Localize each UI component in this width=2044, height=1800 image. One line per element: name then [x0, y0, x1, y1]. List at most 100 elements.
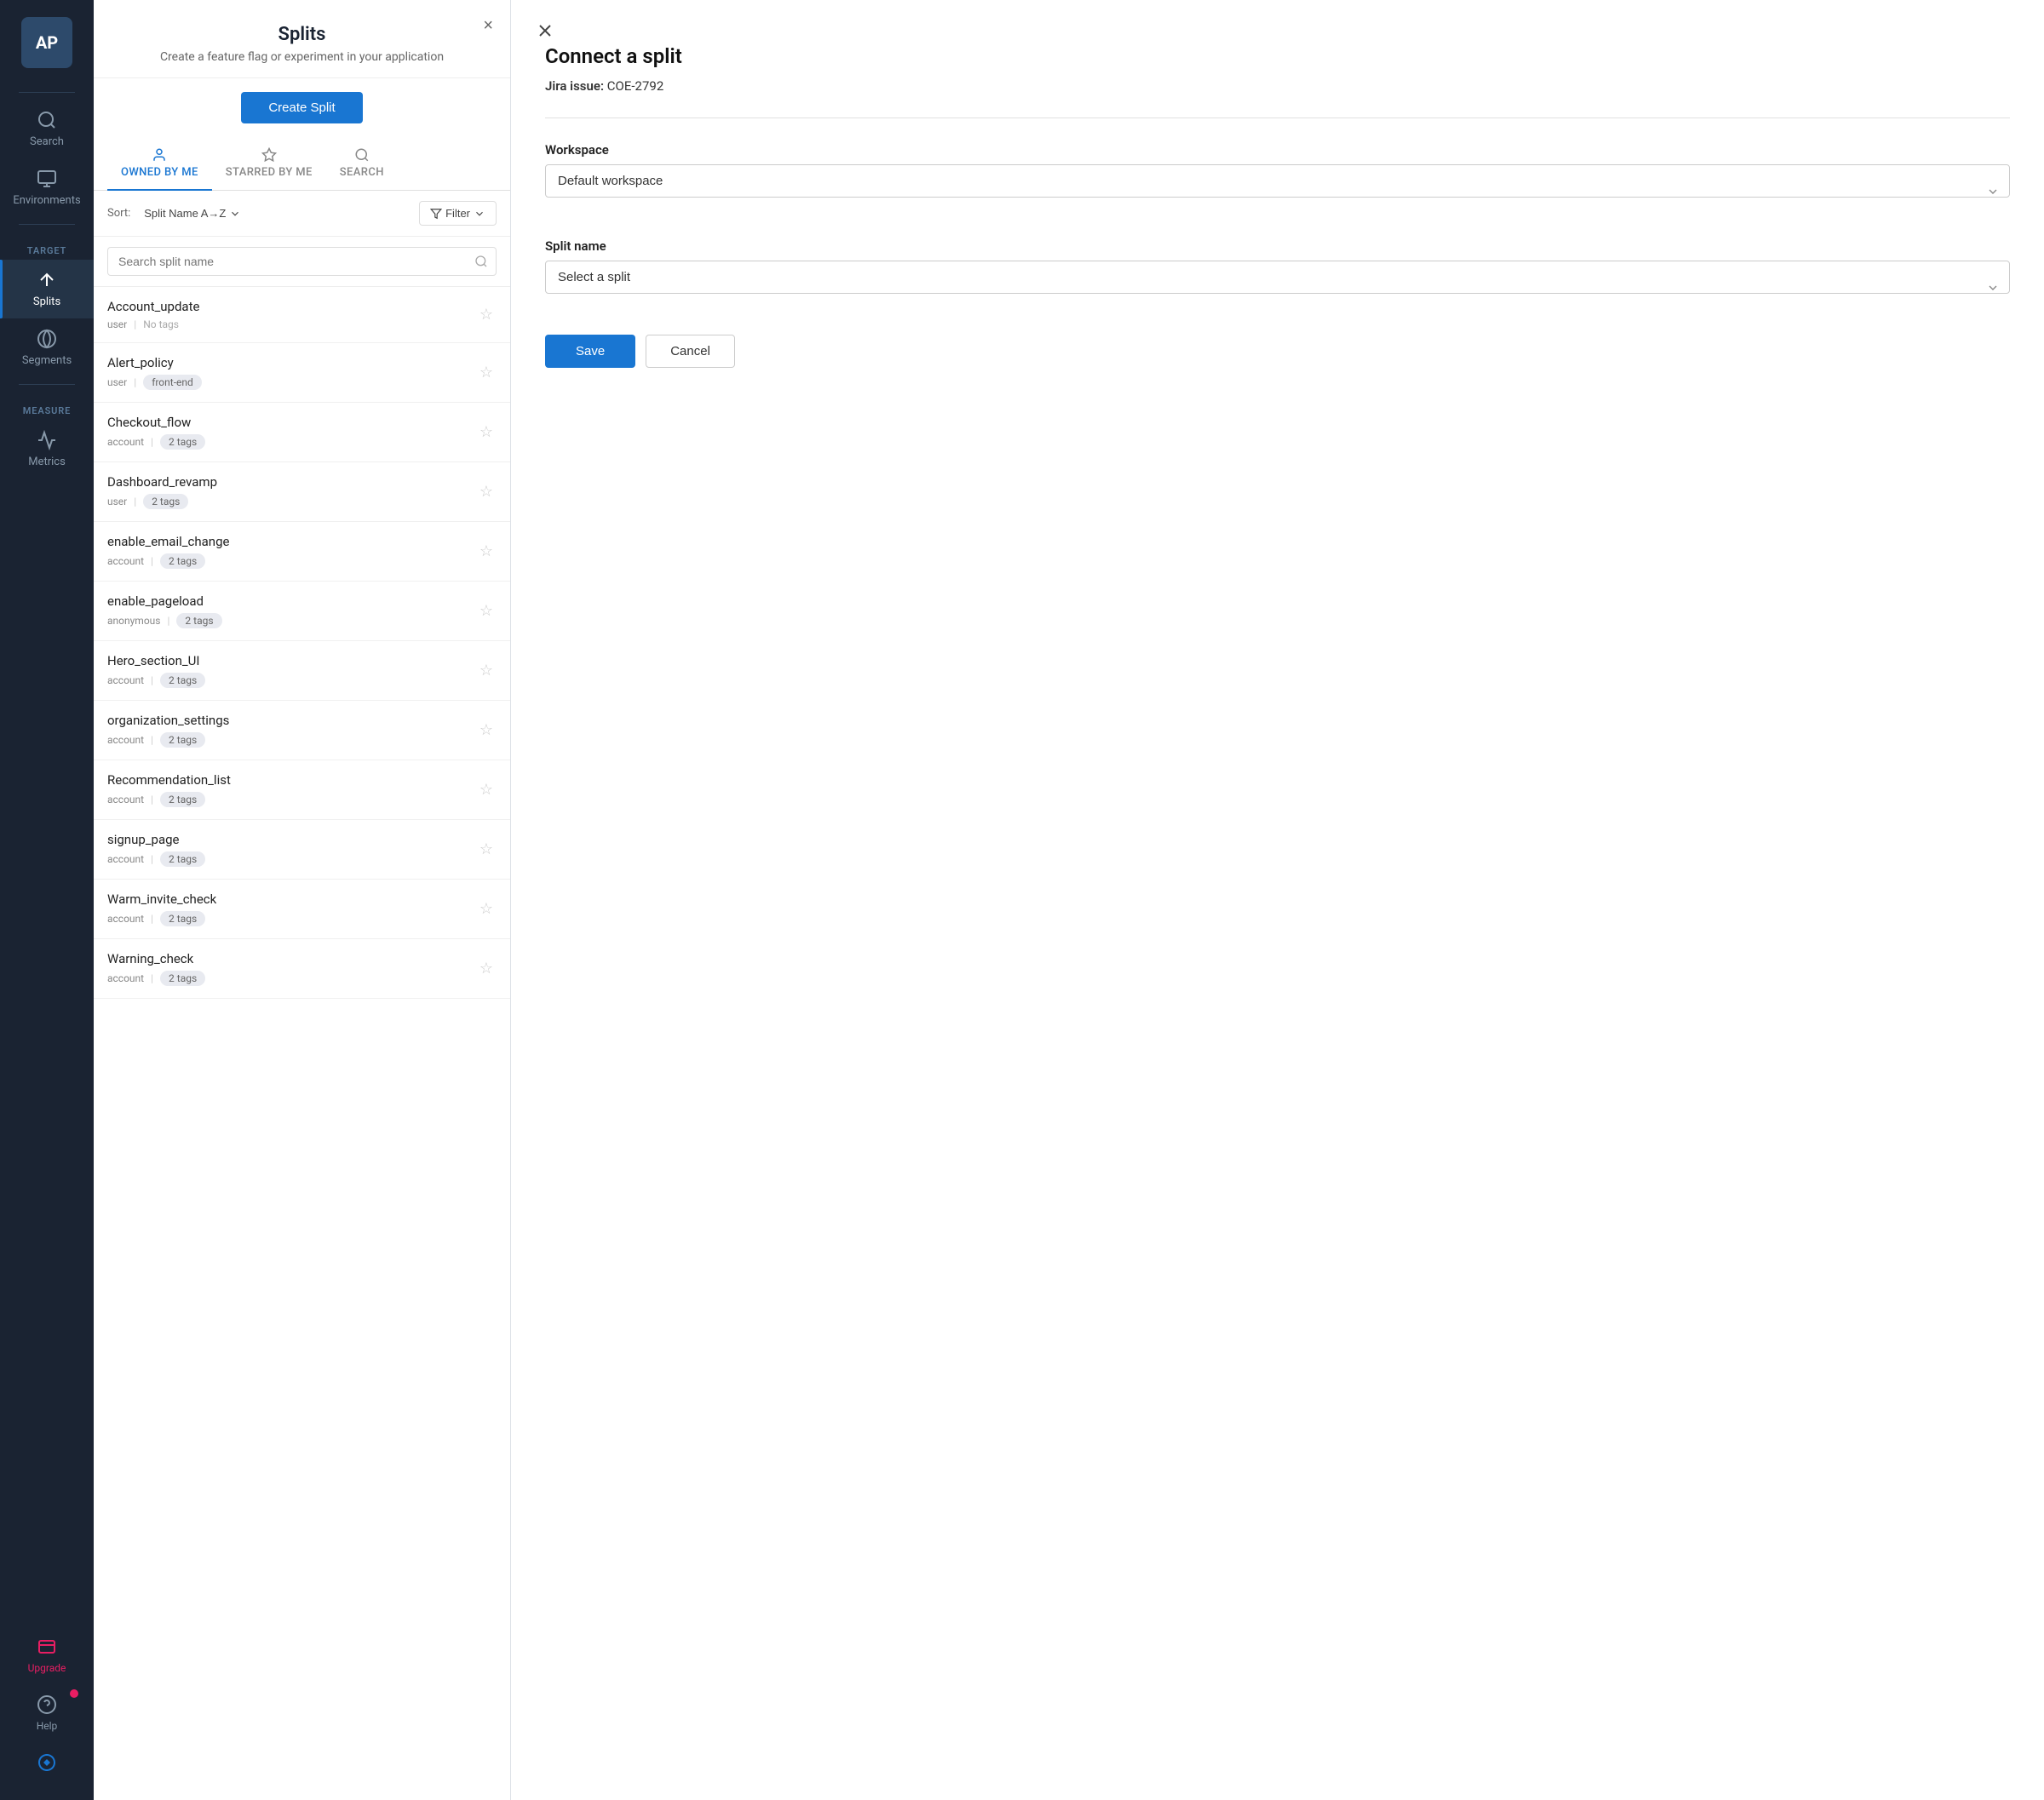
- sidebar-divider: [19, 224, 75, 225]
- star-button[interactable]: ☆: [476, 897, 497, 921]
- tab-starred-by-me[interactable]: STARRED BY ME: [212, 137, 326, 191]
- splits-icon: [37, 270, 57, 290]
- filter-label: Filter: [445, 207, 470, 220]
- search-icon: [37, 110, 57, 130]
- jira-label: Jira issue:: [545, 78, 604, 94]
- split-meta: account | 2 tags: [107, 851, 476, 867]
- tag-badge: 2 tags: [160, 434, 205, 450]
- splits-panel: × Splits Create a feature flag or experi…: [94, 0, 511, 1800]
- star-button[interactable]: ☆: [476, 302, 497, 327]
- list-item[interactable]: Dashboard_revamp user | 2 tags ☆: [94, 462, 510, 522]
- list-item[interactable]: signup_page account | 2 tags ☆: [94, 820, 510, 880]
- meta-separator: |: [151, 853, 153, 865]
- sidebar-divider: [19, 92, 75, 93]
- split-meta: user | 2 tags: [107, 494, 476, 509]
- main-content: × Splits Create a feature flag or experi…: [94, 0, 2044, 1800]
- tag-badge: 2 tags: [160, 911, 205, 926]
- help-icon: [37, 1694, 57, 1715]
- split-meta: user | No tags: [107, 318, 476, 330]
- list-item[interactable]: Warning_check account | 2 tags ☆: [94, 939, 510, 999]
- split-name: organization_settings: [107, 713, 476, 728]
- list-item[interactable]: Recommendation_list account | 2 tags ☆: [94, 760, 510, 820]
- sidebar-item-segments[interactable]: Segments: [0, 318, 94, 377]
- environments-icon: [37, 169, 57, 189]
- star-button[interactable]: ☆: [476, 539, 497, 564]
- tag-badge: 2 tags: [160, 732, 205, 748]
- star-button[interactable]: ☆: [476, 718, 497, 742]
- search-input-icon: [474, 255, 488, 268]
- split-type: account: [107, 436, 144, 448]
- star-button[interactable]: ☆: [476, 777, 497, 802]
- sidebar-item-environments[interactable]: Environments: [0, 158, 94, 217]
- tab-label: OWNED BY ME: [121, 166, 198, 179]
- sidebar-item-help[interactable]: Help: [0, 1684, 94, 1742]
- split-name-select[interactable]: Select a split: [545, 261, 2010, 294]
- list-item[interactable]: enable_email_change account | 2 tags ☆: [94, 522, 510, 582]
- tab-owned-by-me[interactable]: OWNED BY ME: [107, 137, 212, 191]
- person-icon: [152, 147, 167, 163]
- tag-badge: 2 tags: [160, 851, 205, 867]
- sidebar-item-upgrade[interactable]: Upgrade: [0, 1626, 94, 1684]
- split-type: account: [107, 972, 144, 984]
- star-button[interactable]: ☆: [476, 956, 497, 981]
- panel-close-button[interactable]: ×: [479, 14, 497, 37]
- save-button[interactable]: Save: [545, 335, 635, 368]
- filter-button[interactable]: Filter: [419, 201, 497, 226]
- list-item[interactable]: Warm_invite_check account | 2 tags ☆: [94, 880, 510, 939]
- sidebar-item-search[interactable]: Search: [0, 100, 94, 158]
- star-button[interactable]: ☆: [476, 360, 497, 385]
- split-type: user: [107, 496, 127, 507]
- star-button[interactable]: ☆: [476, 479, 497, 504]
- split-meta: account | 2 tags: [107, 732, 476, 748]
- splits-list: Account_update user | No tags ☆ Alert_po…: [94, 287, 510, 1800]
- list-item[interactable]: Alert_policy user | front-end ☆: [94, 343, 510, 403]
- split-name: Warm_invite_check: [107, 891, 476, 907]
- star-button[interactable]: ☆: [476, 658, 497, 683]
- filter-icon: [430, 208, 442, 220]
- connect-jira-info: Jira issue: COE-2792: [545, 78, 2010, 94]
- tag-badge: 2 tags: [143, 494, 188, 509]
- jira-value: COE-2792: [607, 78, 663, 94]
- meta-separator: |: [151, 555, 153, 567]
- sidebar-item-splitio-logo[interactable]: [0, 1742, 94, 1783]
- sidebar: AP Search Environments TARGET Splits Seg…: [0, 0, 94, 1800]
- split-name: Alert_policy: [107, 355, 476, 370]
- sidebar-item-metrics[interactable]: Metrics: [0, 420, 94, 479]
- list-item[interactable]: organization_settings account | 2 tags ☆: [94, 701, 510, 760]
- chevron-down-icon: [474, 208, 485, 220]
- star-button[interactable]: ☆: [476, 599, 497, 623]
- workspace-label: Workspace: [545, 142, 2010, 158]
- meta-separator: |: [134, 318, 136, 330]
- star-button[interactable]: ☆: [476, 420, 497, 444]
- active-indicator: [0, 260, 3, 318]
- search-input[interactable]: [107, 247, 497, 276]
- chevron-down-icon: [229, 208, 241, 220]
- sidebar-item-splits[interactable]: Splits: [0, 260, 94, 318]
- tag-badge: 2 tags: [160, 673, 205, 688]
- list-item[interactable]: enable_pageload anonymous | 2 tags ☆: [94, 582, 510, 641]
- sidebar-item-label: Upgrade: [28, 1662, 66, 1674]
- list-item[interactable]: Checkout_flow account | 2 tags ☆: [94, 403, 510, 462]
- split-tags: No tags: [143, 318, 179, 330]
- create-split-button[interactable]: Create Split: [241, 92, 362, 123]
- tab-search[interactable]: SEARCH: [326, 137, 398, 191]
- upgrade-icon: [37, 1637, 57, 1657]
- sidebar-section-target: TARGET: [0, 232, 94, 260]
- avatar[interactable]: AP: [21, 17, 72, 68]
- tag-badge: front-end: [143, 375, 202, 390]
- sidebar-item-label: Search: [30, 135, 64, 148]
- sort-value: Split Name A→Z: [144, 207, 226, 220]
- tag-badge: 2 tags: [160, 971, 205, 986]
- list-item[interactable]: Hero_section_UI account | 2 tags ☆: [94, 641, 510, 701]
- list-item[interactable]: Account_update user | No tags ☆: [94, 287, 510, 343]
- sidebar-bottom: Upgrade Help: [0, 1626, 94, 1800]
- meta-separator: |: [151, 913, 153, 925]
- meta-separator: |: [134, 496, 136, 507]
- star-button[interactable]: ☆: [476, 837, 497, 862]
- meta-separator: |: [151, 674, 153, 686]
- workspace-select[interactable]: Default workspace: [545, 164, 2010, 198]
- connect-close-button[interactable]: [528, 17, 562, 49]
- sort-button[interactable]: Split Name A→Z: [137, 204, 248, 223]
- cancel-button[interactable]: Cancel: [646, 335, 735, 368]
- split-name: enable_email_change: [107, 534, 476, 549]
